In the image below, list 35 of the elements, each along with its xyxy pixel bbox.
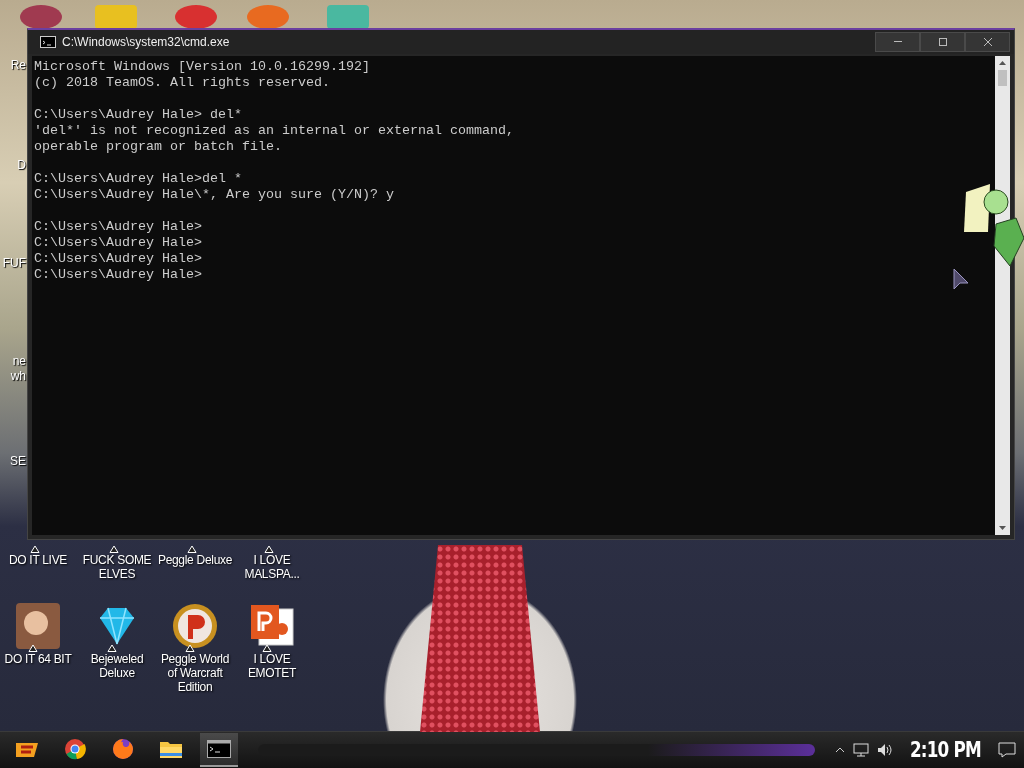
console-line: C:\Users\Audrey Hale> xyxy=(34,251,202,267)
console-line: (c) 2018 TeamOS. All rights reserved. xyxy=(34,75,330,91)
desktop-shortcut[interactable]: I LOVE EMOTET xyxy=(232,600,312,680)
console-line: C:\Users\Audrey Hale\*, Are you sure (Y/N)? y xyxy=(34,187,394,203)
icon-label: D xyxy=(16,158,26,173)
icon-label: Peggle World of Warcraft Edition xyxy=(159,652,231,694)
console-line: C:\Users\Audrey Hale> xyxy=(34,219,202,235)
console-line: C:\Users\Audrey Hale> xyxy=(34,267,202,283)
console-line: operable program or batch file. xyxy=(34,139,282,155)
desktop-shortcut[interactable]: DO IT LIVE xyxy=(0,540,78,567)
icon-label: FUCK SOME ELVES xyxy=(81,553,153,581)
window-title: C:\Windows\system32\cmd.exe xyxy=(62,35,231,49)
icon-label: SE xyxy=(9,454,26,469)
icon-label: Re xyxy=(9,58,26,73)
console-line: Microsoft Windows [Version 10.0.16299.192] xyxy=(34,59,370,75)
clock[interactable]: 2:10 PM xyxy=(910,738,982,762)
icon-label: Peggle Deluxe xyxy=(157,553,233,567)
desktop-shortcut[interactable]: Bejeweled Deluxe xyxy=(77,600,157,680)
desktop-shortcut[interactable]: DO IT 64 BIT xyxy=(0,600,78,666)
console-line: C:\Users\Audrey Hale> xyxy=(34,235,202,251)
console-line: C:\Users\Audrey Hale>del * xyxy=(34,171,242,187)
icon-label: I LOVE EMOTET xyxy=(246,652,298,680)
desktop-shortcut[interactable]: FUCK SOME ELVES xyxy=(77,540,157,581)
icon-label: FUF xyxy=(1,256,26,271)
icon-label: wh xyxy=(9,369,26,384)
console-line: C:\Users\Audrey Hale> del* xyxy=(34,107,242,123)
desktop-shortcut[interactable]: Peggle World of Warcraft Edition xyxy=(155,600,235,694)
icon-label: Bejeweled Deluxe xyxy=(89,652,145,680)
icon-label: I LOVE MALSPA... xyxy=(243,553,301,581)
icon-label: DO IT LIVE xyxy=(8,553,68,567)
console-line: 'del*' is not recognized as an internal or external command, xyxy=(34,123,514,139)
icon-label: DO IT 64 BIT xyxy=(4,652,72,666)
desktop-shortcut[interactable]: I LOVE MALSPA... xyxy=(232,540,312,581)
desktop-shortcut[interactable]: Peggle Deluxe xyxy=(155,540,235,567)
icon-label: ne xyxy=(11,354,26,369)
